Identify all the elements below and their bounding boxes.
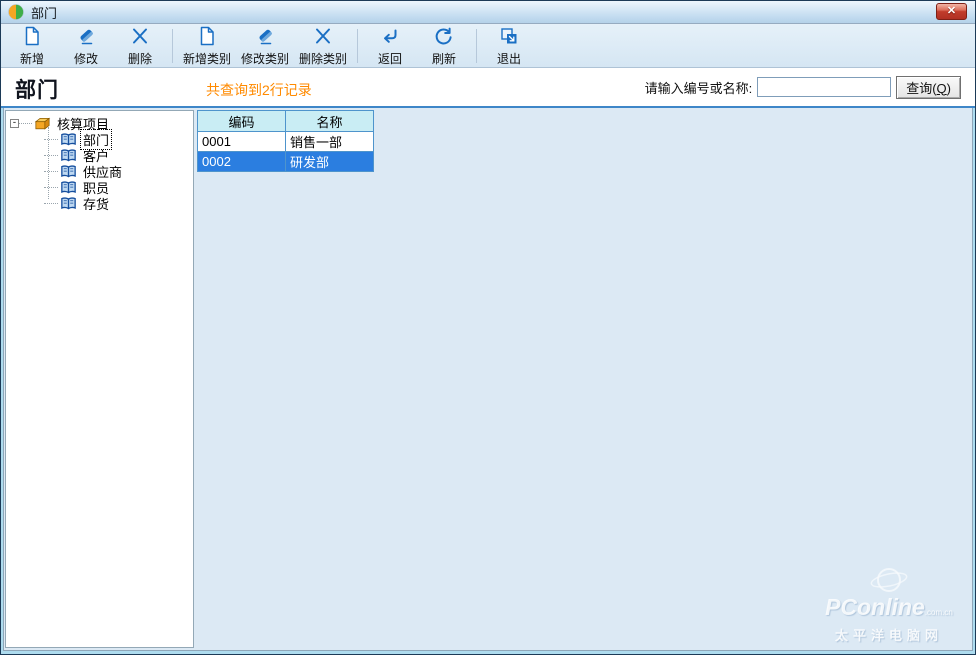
search-label: 请输入编号或名称: [644, 80, 753, 96]
cell-name[interactable]: 研发部 [285, 151, 374, 172]
new-doc-icon [197, 26, 217, 50]
page-title: 部门 [15, 79, 59, 102]
toolbar-button-label: 退出 [496, 52, 521, 66]
toolbar-button-label: 修改 [73, 52, 98, 66]
eraser-icon [76, 26, 96, 50]
watermark: PConline.com.cn 太平洋电脑网 [810, 563, 968, 644]
book-icon [59, 132, 78, 147]
watermark-brand: PConline.com.cn [810, 596, 968, 624]
table-row[interactable]: 0002 研发部 [197, 151, 374, 172]
tree-panel: - 核算项目 部门 客户 供应商 职员 存货 [5, 110, 194, 648]
exit-icon [499, 26, 519, 50]
app-logo-icon [8, 4, 24, 20]
toolbar-button-label: 新增 [19, 52, 44, 66]
toolbar-button-label: 返回 [377, 52, 402, 66]
toolbar-button-label: 刷新 [431, 52, 456, 66]
book-icon [59, 148, 78, 163]
tree-item-label: 存货 [83, 196, 110, 212]
toolbar-button-label: 新增类别 [182, 52, 231, 66]
records-table: 编码 名称 0001 销售一部 0002 研发部 [197, 110, 374, 172]
new-doc-icon [22, 26, 42, 50]
query-button[interactable]: 查询(Q) [896, 75, 961, 99]
refresh-icon [434, 26, 454, 50]
toolbar-button-eraser-01[interactable]: 修改 [59, 26, 113, 66]
book-icon [59, 180, 78, 195]
return-icon [380, 26, 400, 50]
cell-code[interactable]: 0002 [197, 151, 286, 172]
toolbar-button-return-20[interactable]: 返回 [363, 26, 417, 66]
toolbar-button-eraser-11[interactable]: 修改类别 [236, 26, 294, 66]
eraser-icon [255, 26, 275, 50]
column-header-0[interactable]: 编码 [197, 110, 286, 132]
watermark-globe-icon [870, 568, 908, 592]
watermark-caption: 太平洋电脑网 [834, 628, 943, 643]
header-strip: 部门 共查询到2行记录 请输入编号或名称: 查询(Q) [1, 68, 975, 106]
book-icon [59, 196, 78, 211]
search-area: 请输入编号或名称: 查询(Q) [645, 75, 961, 99]
tree-item-4[interactable]: 存货 [6, 195, 193, 212]
cell-code[interactable]: 0001 [197, 131, 286, 152]
toolbar-button-new-doc-10[interactable]: 新增类别 [178, 26, 236, 66]
toolbar-button-refresh-21[interactable]: 刷新 [417, 26, 471, 66]
title-bar: 部门 ✕ [1, 1, 975, 24]
search-input[interactable] [757, 77, 892, 97]
column-header-1[interactable]: 名称 [285, 110, 374, 132]
toolbar-separator [476, 28, 477, 63]
toolbar-button-x-12[interactable]: 删除类别 [294, 26, 352, 66]
app-window: 部门 ✕ 新增 修改 删除 新增类别 修改类别 删除类别 返回 刷新 退出 部门 共查询到2行记… [0, 0, 976, 655]
close-button[interactable]: ✕ [936, 3, 967, 20]
tree-connector [44, 138, 58, 140]
toolbar-button-new-doc-00[interactable]: 新增 [5, 26, 59, 66]
query-button-label-suffix: ) [946, 80, 951, 96]
toolbar: 新增 修改 删除 新增类别 修改类别 删除类别 返回 刷新 退出 [1, 24, 975, 68]
tree-connector [44, 154, 58, 156]
toolbar-separator [172, 28, 173, 63]
record-count-status: 共查询到2行记录 [206, 82, 312, 98]
tree-connector [19, 122, 32, 124]
accounting-items-tree: - 核算项目 部门 客户 供应商 职员 存货 [6, 111, 193, 212]
tree-connector-vertical [48, 127, 49, 199]
table-row[interactable]: 0001 销售一部 [197, 131, 374, 152]
toolbar-button-exit-30[interactable]: 退出 [482, 26, 536, 66]
tree-connector [44, 202, 58, 204]
query-button-label: 查询( [906, 80, 937, 96]
content-area: - 核算项目 部门 客户 供应商 职员 存货 编码 名称 0001 销售一部 0002 研发部 PCo… [3, 108, 973, 651]
box-icon [33, 116, 52, 131]
book-icon [59, 164, 78, 179]
x-icon [130, 26, 150, 50]
tree-expander-icon[interactable]: - [10, 118, 19, 128]
watermark-suffix: .com.cn [924, 608, 953, 617]
toolbar-button-label: 删除类别 [298, 52, 347, 66]
table-header-row: 编码 名称 [197, 110, 374, 132]
window-title: 部门 [31, 5, 58, 21]
toolbar-button-label: 修改类别 [240, 52, 289, 66]
toolbar-button-label: 删除 [127, 52, 152, 66]
cell-name[interactable]: 销售一部 [285, 131, 374, 152]
tree-connector [44, 186, 58, 188]
toolbar-button-x-02[interactable]: 删除 [113, 26, 167, 66]
toolbar-separator [357, 28, 358, 63]
watermark-brand-text: PConline [825, 594, 925, 620]
query-hotkey: Q [936, 80, 947, 96]
tree-connector [44, 170, 58, 172]
x-icon [313, 26, 333, 50]
